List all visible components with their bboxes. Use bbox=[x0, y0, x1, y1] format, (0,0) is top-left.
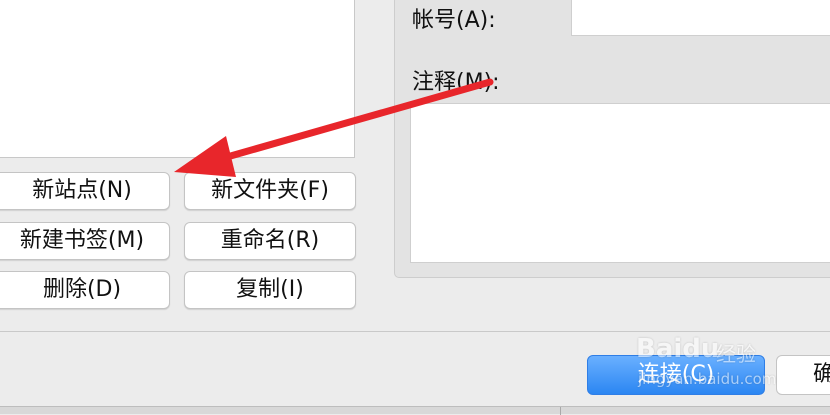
copy-button[interactable]: 复制(I) bbox=[184, 271, 356, 309]
delete-button[interactable]: 删除(D) bbox=[0, 271, 170, 309]
window-bottom-edge bbox=[0, 406, 830, 415]
connect-button[interactable]: 连接(C) bbox=[587, 355, 765, 395]
footer-divider bbox=[0, 331, 830, 332]
new-bookmark-button[interactable]: 新建书签(M) bbox=[0, 222, 170, 260]
rename-button[interactable]: 重命名(R) bbox=[184, 222, 356, 260]
comment-label: 注释(M): bbox=[412, 70, 500, 95]
account-input[interactable] bbox=[571, 0, 830, 36]
site-tree-list[interactable] bbox=[0, 0, 355, 158]
comment-textarea[interactable] bbox=[410, 103, 830, 263]
new-folder-button[interactable]: 新文件夹(F) bbox=[184, 172, 356, 210]
ok-button[interactable]: 确 bbox=[776, 355, 830, 395]
new-site-button[interactable]: 新站点(N) bbox=[0, 172, 170, 210]
account-label: 帐号(A): bbox=[412, 8, 496, 33]
